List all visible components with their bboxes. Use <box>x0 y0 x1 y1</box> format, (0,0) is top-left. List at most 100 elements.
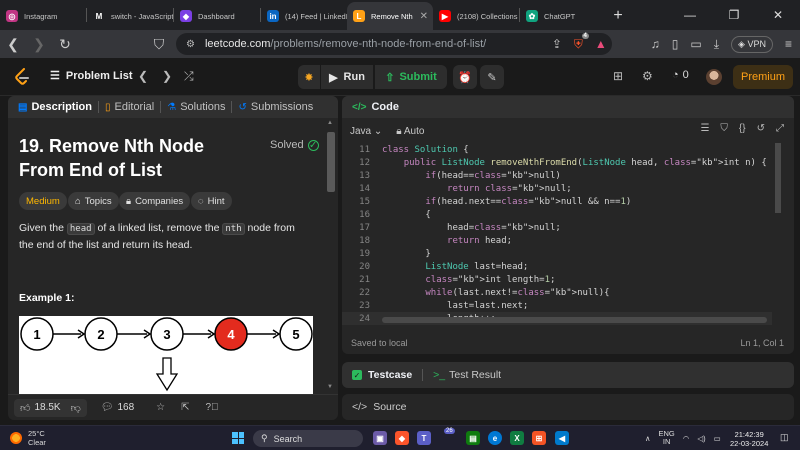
share-icon[interactable]: ⇱ <box>181 402 189 413</box>
format-icon[interactable]: ☰ <box>700 123 709 134</box>
browser-tab[interactable]: ◆ Dashboard <box>174 2 260 30</box>
comment-icon[interactable]: 💬︎ <box>101 402 114 413</box>
minimize-icon[interactable]: — <box>668 0 712 30</box>
taskbar-search[interactable]: ⚲ Search <box>253 430 363 447</box>
star-icon[interactable]: ☆ <box>156 402 165 413</box>
thumbs-down-icon[interactable]: 👎︎ <box>71 402 81 414</box>
run-button[interactable]: ▶ Run <box>321 65 373 89</box>
prev-problem-icon[interactable]: ❮ <box>138 69 148 83</box>
scroll-down-icon[interactable]: ▼ <box>327 384 333 390</box>
restore-icon[interactable]: ❐ <box>712 0 756 30</box>
vpn-button[interactable]: ◈ VPN <box>731 35 773 53</box>
close-window-icon[interactable]: ✕ <box>756 0 800 30</box>
notes-button[interactable]: ✎ <box>480 65 504 89</box>
excel-icon[interactable]: X <box>510 431 524 445</box>
tab-submissions[interactable]: ↺ Submissions <box>238 101 313 113</box>
debug-button[interactable]: ✸ <box>298 65 320 89</box>
avatar[interactable] <box>706 69 722 85</box>
browser-tab[interactable]: Mswitch - JavaScript <box>87 2 173 30</box>
leetcode-logo-icon[interactable] <box>14 68 30 86</box>
edge-icon[interactable]: e <box>488 431 502 445</box>
autocomplete-mode[interactable]: 🔒︎ Auto <box>396 126 424 137</box>
brave-rewards-icon[interactable]: ▲ <box>595 37 607 51</box>
code-line[interactable]: 11 class Solution { <box>342 143 772 156</box>
chevron-up-icon[interactable]: ∧ <box>645 434 651 443</box>
browser-tab[interactable]: ◎ Instagram <box>0 2 86 30</box>
scrollbar-thumb[interactable] <box>775 143 781 213</box>
next-problem-icon[interactable]: ❯ <box>162 69 172 83</box>
battery-icon[interactable]: ▭ <box>714 434 721 443</box>
brave-shield-icon[interactable]: ⛨ 4 <box>574 32 589 52</box>
problem-list-button[interactable]: ☰ Problem List <box>50 69 133 83</box>
language-select[interactable]: Java ⌄ <box>350 126 382 137</box>
editor-horizontal-scrollbar[interactable] <box>382 317 767 323</box>
like-button[interactable]: 👍︎ 18.5K 👎︎ <box>14 398 87 417</box>
file-explorer-icon[interactable]: ▤ <box>466 431 480 445</box>
submit-button[interactable]: ⇧ Submit <box>375 65 447 89</box>
weather-widget[interactable]: 25°C Clear <box>10 429 46 447</box>
music-icon[interactable]: ♫ <box>651 37 660 51</box>
language-indicator[interactable]: ENG IN <box>659 430 675 446</box>
tab-solutions[interactable]: ⚗ Solutions <box>167 101 225 113</box>
code-editor[interactable]: 11 class Solution {12 public ListNode rem… <box>342 143 794 325</box>
close-tab-icon[interactable]: ✕ <box>420 11 428 22</box>
windows-start-icon[interactable] <box>232 432 244 444</box>
hint-chip[interactable]: ◌ Hint <box>191 192 232 210</box>
share-icon[interactable]: ⇪ <box>552 37 562 51</box>
browser-tab[interactable]: L Remove Nth ✕ <box>347 2 433 30</box>
help-icon[interactable]: ?⃝ <box>206 402 219 413</box>
settings-icon[interactable]: ⚙ <box>642 69 653 83</box>
system-clock[interactable]: 21:42:39 22-03-2024 <box>730 430 768 448</box>
shuffle-icon[interactable]: ⤮ <box>184 69 194 84</box>
layout-icon[interactable]: ⊞ <box>613 69 623 83</box>
new-tab-button[interactable]: + <box>606 2 630 30</box>
teams-icon[interactable]: T <box>417 431 431 445</box>
wifi-icon[interactable]: ◠ <box>683 434 690 443</box>
notification-icon[interactable]: ◫ <box>780 432 792 444</box>
tab-testcase[interactable]: Testcase <box>368 369 412 381</box>
code-line[interactable]: 14 return class="kb">null; <box>342 182 772 195</box>
scrollbar-thumb[interactable] <box>327 132 335 192</box>
code-line[interactable]: 22 while(last.next!=class="kb">null){ <box>342 286 772 299</box>
browser-tab[interactable]: ▶ (2108) Collections <box>433 2 519 30</box>
description-scrollbar[interactable]: ▲ ▼ <box>326 120 336 390</box>
address-bar[interactable]: ⚙ leetcode.com/problems/remove-nth-node-… <box>176 33 612 55</box>
code-line[interactable]: 19 } <box>342 247 772 260</box>
code-line[interactable]: 12 public ListNode removeNthFromEnd(List… <box>342 156 772 169</box>
forward-icon[interactable]: ❯ <box>26 31 52 57</box>
streak-counter[interactable]: ◔ 0 <box>672 69 689 81</box>
back-icon[interactable]: ❮ <box>0 31 26 57</box>
braces-icon[interactable]: {} <box>739 123 746 134</box>
wallet-icon[interactable]: ▭ <box>690 37 701 51</box>
menu-icon[interactable]: ≡ <box>785 37 792 51</box>
task-view-icon[interactable]: ▣ <box>373 431 387 445</box>
brave-icon[interactable]: ◆ <box>395 431 409 445</box>
tab-description[interactable]: ▤ Description <box>18 101 92 113</box>
code-line[interactable]: 17 head=class="kb">null; <box>342 221 772 234</box>
code-line[interactable]: 16 { <box>342 208 772 221</box>
scroll-up-icon[interactable]: ▲ <box>327 120 333 126</box>
browser-tab[interactable]: in (14) Feed | LinkedIn <box>261 2 347 30</box>
timer-button[interactable]: ⏰ <box>453 65 477 89</box>
premium-button[interactable]: Premium <box>733 65 793 89</box>
bookmark-icon[interactable]: ⛉ <box>146 31 172 57</box>
topics-chip[interactable]: ⌂ Topics <box>68 192 119 210</box>
reset-icon[interactable]: ↺ <box>757 123 765 134</box>
difficulty-badge[interactable]: Medium <box>19 192 67 210</box>
tab-editorial[interactable]: ▯ Editorial <box>105 101 154 113</box>
downloads-icon[interactable]: ⤓ <box>714 37 719 52</box>
code-line[interactable]: 18 return head; <box>342 234 772 247</box>
code-line[interactable]: 15 if(head.next==class="kb">null && n==1… <box>342 195 772 208</box>
tab-test-result[interactable]: >_ Test Result <box>433 369 501 381</box>
companies-chip[interactable]: 🔒︎ Companies <box>119 192 191 210</box>
reload-icon[interactable]: ↻ <box>52 31 78 57</box>
expand-icon[interactable]: ⤢ <box>776 123 784 134</box>
volume-icon[interactable]: ◁) <box>697 434 705 443</box>
browser-tab[interactable]: ✿ ChatGPT <box>520 2 606 30</box>
source-header[interactable]: </> Source <box>342 394 794 420</box>
editor-vertical-scrollbar[interactable] <box>774 143 782 318</box>
site-settings-icon[interactable]: ⚙ <box>186 39 195 50</box>
code-line[interactable]: 21 class="kb">int length=1; <box>342 273 772 286</box>
code-line[interactable]: 23 last=last.next; <box>342 299 772 312</box>
sidebar-icon[interactable]: ▯ <box>672 37 679 51</box>
